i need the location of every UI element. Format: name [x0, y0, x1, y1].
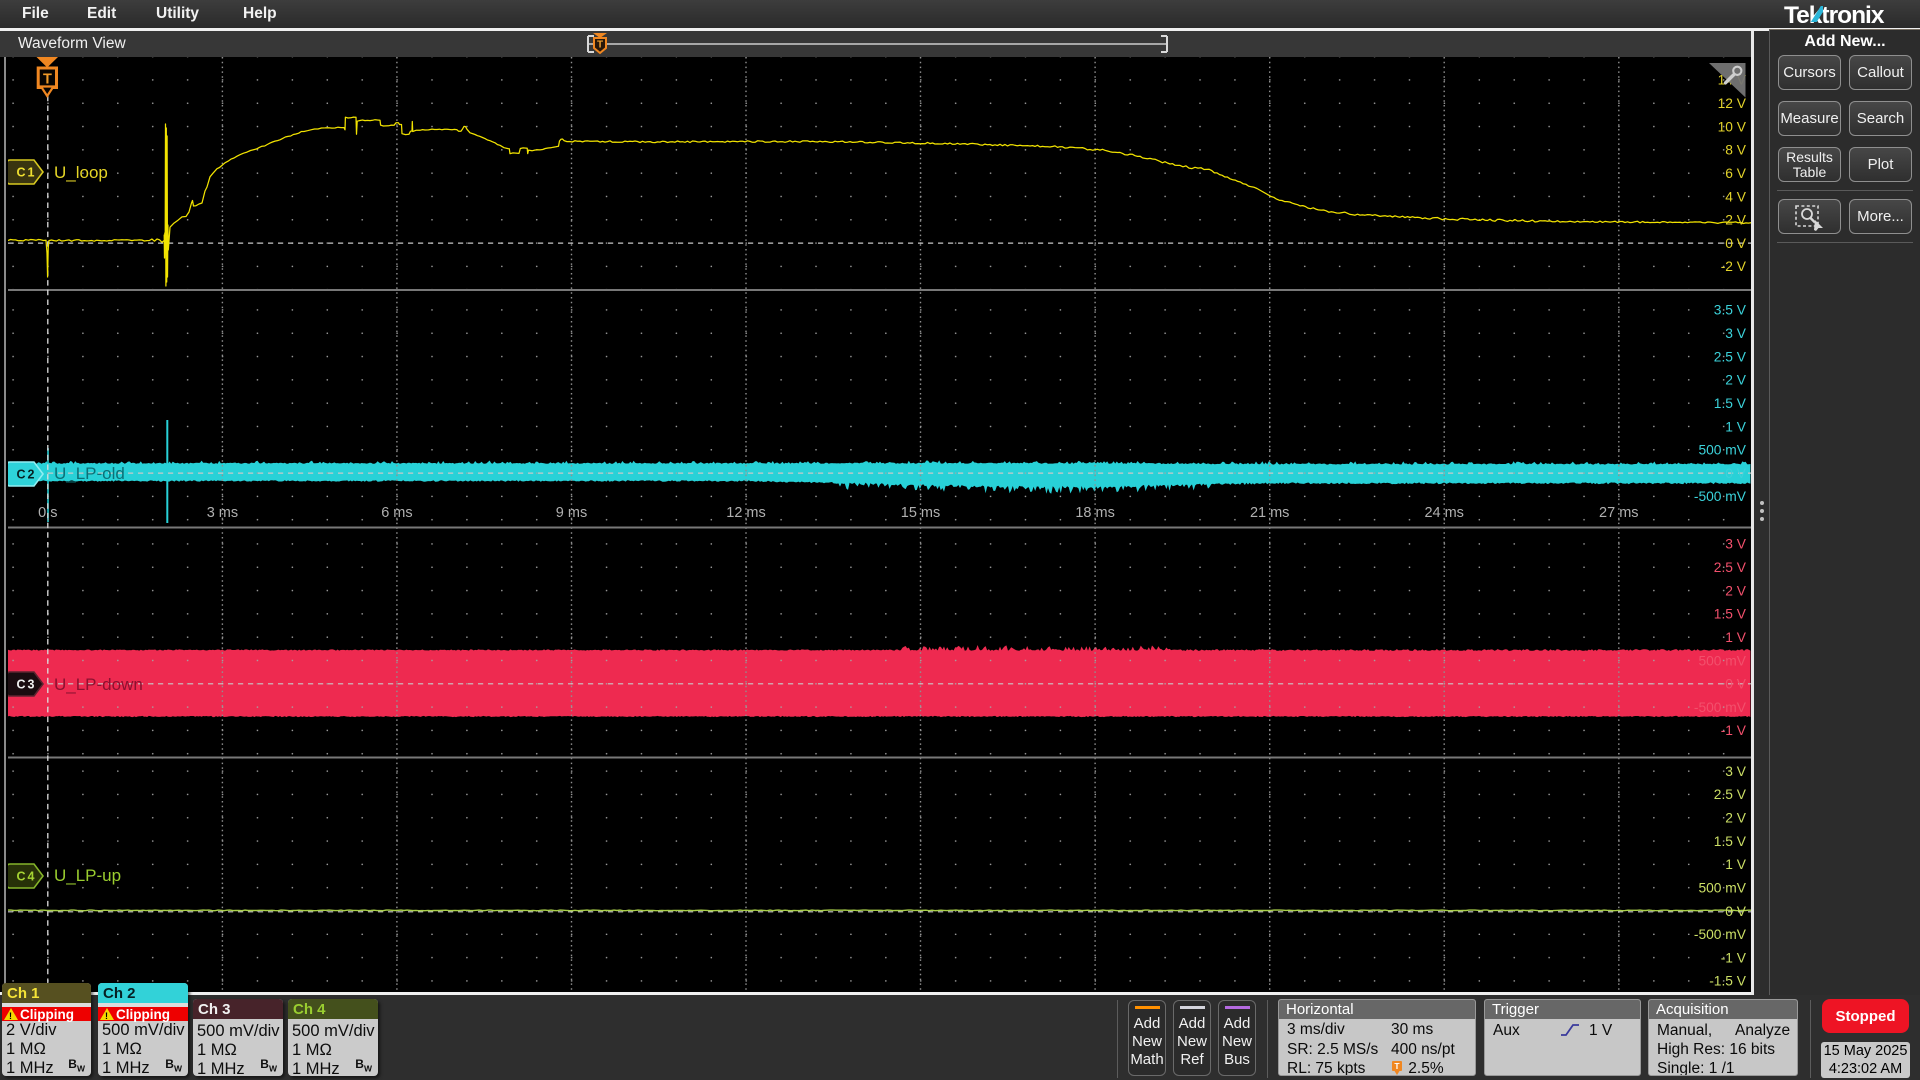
- svg-text:-1 V: -1 V: [1721, 723, 1747, 738]
- svg-text:3 V: 3 V: [1725, 326, 1747, 341]
- svg-text:3 ms: 3 ms: [207, 505, 238, 521]
- svg-text:0 V: 0 V: [1725, 677, 1747, 692]
- svg-text:0 s: 0 s: [38, 505, 57, 521]
- svg-text:2 V: 2 V: [1725, 583, 1747, 598]
- svg-text:1 V: 1 V: [1725, 857, 1747, 872]
- svg-text:18 ms: 18 ms: [1075, 505, 1115, 521]
- svg-text:0 V: 0 V: [1725, 236, 1747, 251]
- svg-text:-1.5 V: -1.5 V: [1709, 974, 1747, 989]
- svg-text:15 ms: 15 ms: [901, 505, 941, 521]
- svg-text:12 ms: 12 ms: [726, 505, 766, 521]
- svg-text:500 mV: 500 mV: [1698, 881, 1746, 896]
- svg-text:24 ms: 24 ms: [1424, 505, 1464, 521]
- svg-text:-500 mV: -500 mV: [1694, 700, 1747, 715]
- svg-text:0 V: 0 V: [1725, 904, 1747, 919]
- svg-text:U_LP-old: U_LP-old: [54, 464, 125, 483]
- svg-text:3 V: 3 V: [1725, 764, 1747, 779]
- svg-text:-500 mV: -500 mV: [1694, 927, 1747, 942]
- svg-text:6 ms: 6 ms: [381, 505, 412, 521]
- svg-text:21 ms: 21 ms: [1250, 505, 1290, 521]
- svg-text:1 V: 1 V: [1725, 630, 1747, 645]
- svg-text:500 mV: 500 mV: [1698, 443, 1746, 458]
- svg-text:C: C: [16, 166, 25, 180]
- svg-text:-1 V: -1 V: [1721, 950, 1747, 965]
- svg-text:2: 2: [28, 468, 35, 482]
- svg-text:10 V: 10 V: [1718, 119, 1747, 134]
- svg-text:-2 V: -2 V: [1721, 259, 1747, 274]
- svg-text:-500 mV: -500 mV: [1694, 489, 1747, 504]
- svg-text:3 V: 3 V: [1725, 537, 1747, 552]
- svg-text:T: T: [43, 72, 52, 88]
- svg-text:2 V: 2 V: [1725, 811, 1747, 826]
- svg-text:2.5 V: 2.5 V: [1714, 560, 1747, 575]
- svg-text:T: T: [1394, 1061, 1400, 1071]
- svg-text:2 V: 2 V: [1725, 373, 1747, 388]
- svg-text:27 ms: 27 ms: [1599, 505, 1639, 521]
- svg-text:1 V: 1 V: [1725, 419, 1747, 434]
- svg-text:12 V: 12 V: [1718, 96, 1747, 111]
- svg-text:U_LP-down: U_LP-down: [54, 675, 143, 694]
- svg-text:500 mV: 500 mV: [1698, 653, 1746, 668]
- svg-text:3.5 V: 3.5 V: [1714, 303, 1747, 318]
- svg-text:8 V: 8 V: [1725, 143, 1747, 158]
- svg-text:C: C: [16, 468, 25, 482]
- svg-text:0 V: 0 V: [1725, 466, 1747, 481]
- svg-text:1.5 V: 1.5 V: [1714, 834, 1747, 849]
- svg-text:2.5 V: 2.5 V: [1714, 787, 1747, 802]
- svg-text:1: 1: [28, 166, 35, 180]
- svg-text:2 V: 2 V: [1725, 213, 1747, 228]
- svg-text:C: C: [16, 870, 25, 884]
- svg-text:9 ms: 9 ms: [556, 505, 587, 521]
- svg-text:4: 4: [28, 870, 35, 884]
- svg-text:1.5 V: 1.5 V: [1714, 396, 1747, 411]
- svg-text:6 V: 6 V: [1725, 166, 1747, 181]
- svg-text:U_loop: U_loop: [54, 163, 108, 182]
- svg-text:C: C: [16, 678, 25, 692]
- svg-text:1.5 V: 1.5 V: [1714, 607, 1747, 622]
- svg-text:4 V: 4 V: [1725, 189, 1747, 204]
- svg-text:U_LP-up: U_LP-up: [54, 866, 121, 885]
- svg-text:3: 3: [28, 678, 35, 692]
- svg-text:T: T: [597, 40, 603, 51]
- svg-text:2.5 V: 2.5 V: [1714, 349, 1747, 364]
